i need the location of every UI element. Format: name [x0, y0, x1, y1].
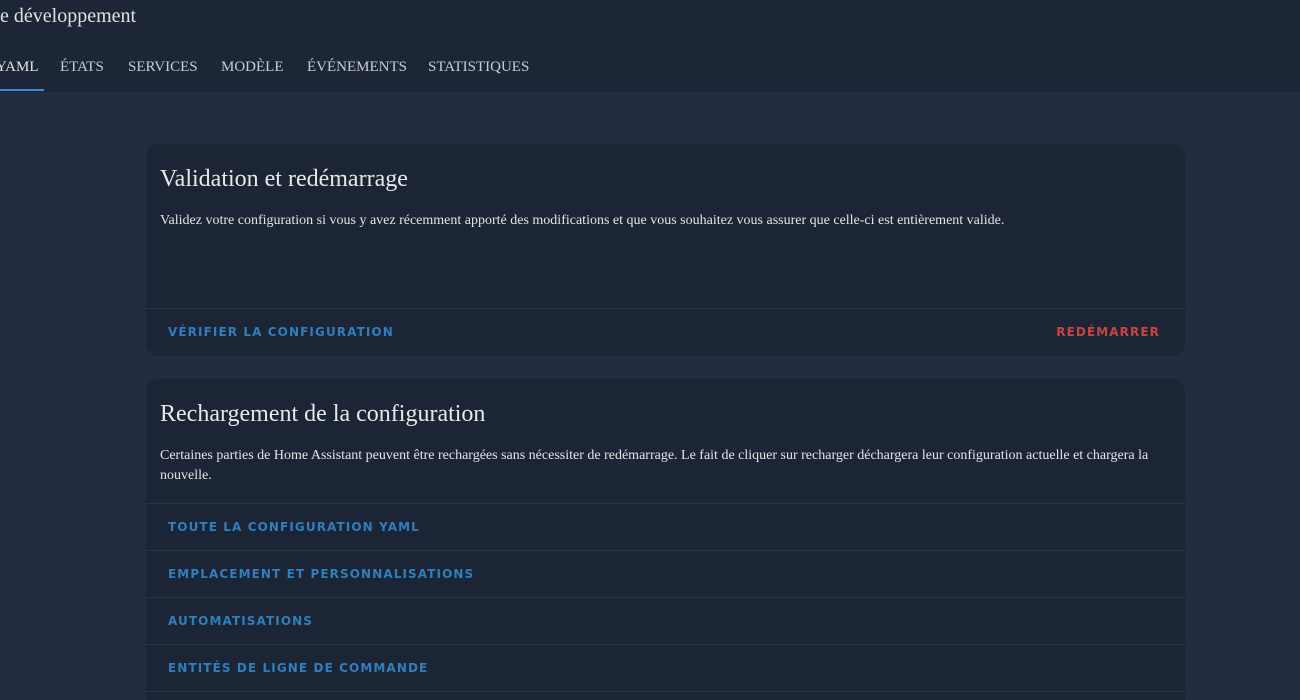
page-title: e développement [0, 5, 137, 27]
tab-states[interactable]: ÉTATS [60, 44, 104, 92]
card-divider [146, 691, 1185, 692]
active-tab-indicator [0, 89, 44, 91]
validation-card: Validation et redémarrage Validez votre … [146, 144, 1185, 356]
reload-item-label: AUTOMATISATIONS [168, 614, 314, 628]
check-configuration-button[interactable]: VÉRIFIER LA CONFIGURATION [168, 309, 394, 355]
tab-statistics[interactable]: STATISTIQUES [428, 44, 529, 92]
reload-automations-button[interactable]: AUTOMATISATIONS [146, 597, 1185, 644]
card-title: Validation et redémarrage [160, 166, 408, 192]
reload-item-label: EMPLACEMENT ET PERSONNALISATIONS [168, 567, 475, 581]
tab-services[interactable]: SERVICES [128, 44, 198, 92]
reload-configuration-card: Rechargement de la configuration Certain… [146, 379, 1185, 700]
reload-all-yaml-button[interactable]: TOUTE LA CONFIGURATION YAML [146, 503, 1185, 550]
card-description: Validez votre configuration si vous y av… [160, 213, 1005, 228]
reload-item-label: ENTITÉS DE LIGNE DE COMMANDE [168, 661, 429, 675]
developer-tools-page: e développement YAML ÉTATS SERVICES MODÈ… [0, 0, 1300, 700]
top-app-bar: e développement YAML ÉTATS SERVICES MODÈ… [0, 0, 1300, 92]
tab-events[interactable]: ÉVÉNEMENTS [307, 44, 407, 92]
card-title: Rechargement de la configuration [160, 401, 486, 427]
restart-button[interactable]: REDÉMARRER [1056, 309, 1160, 355]
tab-template[interactable]: MODÈLE [221, 44, 284, 92]
reload-item-label: TOUTE LA CONFIGURATION YAML [168, 520, 420, 534]
reload-command-line-entities-button[interactable]: ENTITÉS DE LIGNE DE COMMANDE [146, 644, 1185, 691]
reload-location-customizations-button[interactable]: EMPLACEMENT ET PERSONNALISATIONS [146, 550, 1185, 597]
tab-yaml[interactable]: YAML [0, 44, 39, 92]
card-description: Certaines parties de Home Assistant peuv… [160, 448, 1149, 483]
